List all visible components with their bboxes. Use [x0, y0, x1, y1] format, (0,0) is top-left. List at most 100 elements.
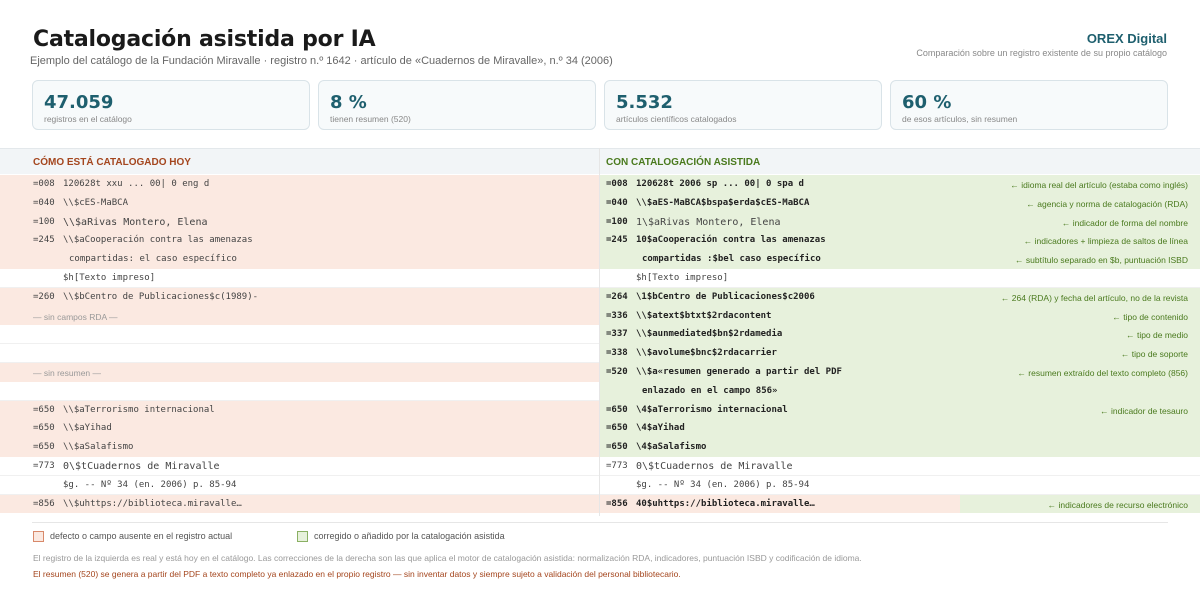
- marc-value: \\$aSalafismo: [63, 442, 134, 453]
- table-row: =245 \\$aCooperación contra las amenazas…: [0, 231, 1200, 251]
- marc-tag: =260: [33, 291, 55, 302]
- current-record-cell: [0, 381, 599, 401]
- assisted-record-cell: $h[Texto impreso]: [600, 268, 1200, 288]
- marc-value: 40$uhttps://biblioteca.miravalle…: [636, 498, 815, 509]
- marc-value: $g. -- Nº 34 (en. 2006) p. 85-94: [63, 479, 237, 490]
- assisted-record-cell: =650 \4$aSalafismo: [600, 438, 1200, 457]
- stat-card: 5.532 artículos científicos catalogados: [604, 80, 882, 130]
- change-note: ← tipo de contenido: [1112, 311, 1188, 322]
- change-note: ← subtítulo separado en $b, puntuación I…: [1015, 255, 1188, 266]
- marc-tag: =008: [33, 179, 55, 189]
- marc-tag: =245: [33, 235, 55, 246]
- marc-tag: =040: [606, 197, 628, 208]
- assisted-record-cell: =337 \\$aunmediated$bn$2rdamedia ← tipo …: [600, 325, 1200, 345]
- change-note: ← indicadores de recurso electrónico: [960, 494, 1200, 514]
- marc-tag: =650: [606, 404, 628, 415]
- legend-label-corrected: corregido o añadido por la catalogación …: [314, 531, 505, 541]
- table-row: =008 120628t xxu ... 00| 0 eng d =008 12…: [0, 175, 1200, 194]
- column-divider: [599, 148, 600, 516]
- assisted-record-cell: =100 1\$aRivas Montero, Elena ← indicado…: [600, 212, 1200, 232]
- comparison-header: CÓMO ESTÁ CATALOGADO HOY CON CATALOGACIÓ…: [0, 148, 1200, 174]
- stat-value: 5.532: [616, 92, 673, 113]
- legend-label-defect: defecto o campo ausente en el registro a…: [50, 531, 233, 541]
- change-note: ← indicador de tesauro: [1100, 405, 1188, 416]
- left-column-title: CÓMO ESTÁ CATALOGADO HOY: [33, 157, 191, 168]
- assisted-record-cell: $g. -- Nº 34 (en. 2006) p. 85-94: [600, 475, 1200, 495]
- table-row: $g. -- Nº 34 (en. 2006) p. 85-94 $g. -- …: [0, 475, 1200, 495]
- table-row: =338 \\$avolume$bnc$2rdacarrier ← tipo d…: [0, 344, 1200, 363]
- marc-tag: =856: [606, 498, 628, 509]
- current-record-cell: =650 \\$aSalafismo: [0, 438, 599, 457]
- marc-value: 0\$tCuadernos de Miravalle: [63, 460, 220, 472]
- current-record-cell: [0, 325, 599, 345]
- marc-value: \4$aSalafismo: [636, 442, 707, 453]
- assisted-record-cell: =856 40$uhttps://biblioteca.miravalle… ←…: [600, 494, 1200, 514]
- stat-value: 8 %: [330, 92, 367, 113]
- footer-note-highlight: El resumen (520) se genera a partir del …: [33, 569, 681, 579]
- assisted-record-cell: =008 120628t 2006 sp ... 00| 0 spa d ← i…: [600, 175, 1200, 194]
- table-row: compartidas: el caso específico comparti…: [0, 250, 1200, 269]
- legend-swatch-corrected: [297, 531, 308, 542]
- change-note: ← 264 (RDA) y fecha del artículo, no de …: [1000, 292, 1188, 303]
- assisted-record-cell: =650 \4$aTerrorismo internacional ← indi…: [600, 400, 1200, 420]
- current-record-cell: =773 0\$tCuadernos de Miravalle: [0, 456, 599, 476]
- marc-value: \\$aTerrorismo internacional: [63, 404, 215, 415]
- right-column-title: CON CATALOGACIÓN ASISTIDA: [606, 157, 761, 168]
- table-row: $h[Texto impreso] $h[Texto impreso]: [0, 268, 1200, 288]
- page-subtitle: Ejemplo del catálogo de la Fundación Mir…: [30, 55, 613, 67]
- table-row: — sin resumen — =520 \\$a«resumen genera…: [0, 362, 1200, 382]
- assisted-record-cell: =264 \1$bCentro de Publicaciones$c2006 ←…: [600, 287, 1200, 307]
- marc-value: \\$aCooperación contra las amenazas: [63, 235, 253, 246]
- marc-value: \\$aES-MaBCA$bspa$erda$cES-MaBCA: [636, 197, 810, 208]
- marc-tag: =650: [33, 404, 55, 415]
- marc-tag: =336: [606, 310, 628, 321]
- marc-value: enlazado en el campo 856»: [642, 385, 778, 396]
- current-record-cell: =008 120628t xxu ... 00| 0 eng d: [0, 175, 599, 194]
- marc-value: \\$bCentro de Publicaciones$c(1989)-: [63, 291, 259, 302]
- missing-placeholder: — sin resumen —: [33, 367, 102, 378]
- current-record-cell: =040 \\$cES-MaBCA: [0, 193, 599, 213]
- assisted-record-cell: =245 10$aCooperación contra las amenazas…: [600, 231, 1200, 251]
- marc-tag: =008: [606, 179, 628, 189]
- marc-tag: =100: [606, 216, 628, 227]
- marc-value: \\$a«resumen generado a partir del PDF: [636, 366, 842, 377]
- current-record-cell: $g. -- Nº 34 (en. 2006) p. 85-94: [0, 475, 599, 495]
- current-record-cell: =650 \\$aTerrorismo internacional: [0, 400, 599, 420]
- legend-swatch-defect: [33, 531, 44, 542]
- table-row: =650 \\$aTerrorismo internacional =650 \…: [0, 400, 1200, 420]
- stat-label: de esos artículos, sin resumen: [902, 114, 1018, 124]
- brand-name: OREX Digital: [1086, 31, 1167, 46]
- current-record-cell: — sin campos RDA —: [0, 306, 599, 326]
- current-record-cell: [0, 344, 599, 363]
- current-record-cell: — sin resumen —: [0, 362, 599, 382]
- marc-value: \\$avolume$bnc$2rdacarrier: [636, 348, 777, 359]
- assisted-record-cell: =773 0\$tCuadernos de Miravalle: [600, 456, 1200, 476]
- marc-tag: =100: [33, 216, 55, 227]
- table-row: enlazado en el campo 856»: [0, 381, 1200, 401]
- marc-value: \1$bCentro de Publicaciones$c2006: [636, 291, 815, 302]
- table-row: =100 \\$aRivas Montero, Elena =100 1\$aR…: [0, 212, 1200, 232]
- change-note: ← indicadores + limpieza de saltos de lí…: [1023, 236, 1188, 247]
- assisted-record-cell: compartidas :$bel caso específico ← subt…: [600, 250, 1200, 269]
- assisted-record-cell: =650 \4$aYihad: [600, 419, 1200, 439]
- marc-value: 120628t 2006 sp ... 00| 0 spa d: [636, 179, 804, 189]
- stat-label: registros en el catálogo: [44, 114, 132, 124]
- table-row: =773 0\$tCuadernos de Miravalle =773 0\$…: [0, 456, 1200, 476]
- divider: [32, 522, 1168, 523]
- marc-value: 10$aCooperación contra las amenazas: [636, 235, 826, 246]
- stats-bar: 47.059 registros en el catálogo 8 % tien…: [32, 80, 1168, 130]
- marc-value: 0\$tCuadernos de Miravalle: [636, 460, 793, 472]
- marc-value: \\$uhttps://biblioteca.miravalle…: [63, 498, 242, 509]
- legend: defecto o campo ausente en el registro a…: [33, 531, 733, 543]
- current-record-cell: $h[Texto impreso]: [0, 268, 599, 288]
- change-note: ← resumen extraído del texto completo (8…: [1017, 367, 1188, 378]
- stat-label: artículos científicos catalogados: [616, 114, 737, 124]
- comparison-table: =008 120628t xxu ... 00| 0 eng d =008 12…: [0, 175, 1200, 514]
- table-row: =650 \\$aSalafismo =650 \4$aSalafismo: [0, 438, 1200, 457]
- marc-tag: =650: [606, 442, 628, 453]
- table-row: =650 \\$aYihad =650 \4$aYihad: [0, 419, 1200, 439]
- stat-card: 47.059 registros en el catálogo: [32, 80, 310, 130]
- marc-value: compartidas: el caso específico: [69, 254, 248, 265]
- marc-tag: =245: [606, 235, 628, 246]
- assisted-record-cell: =338 \\$avolume$bnc$2rdacarrier ← tipo d…: [600, 344, 1200, 363]
